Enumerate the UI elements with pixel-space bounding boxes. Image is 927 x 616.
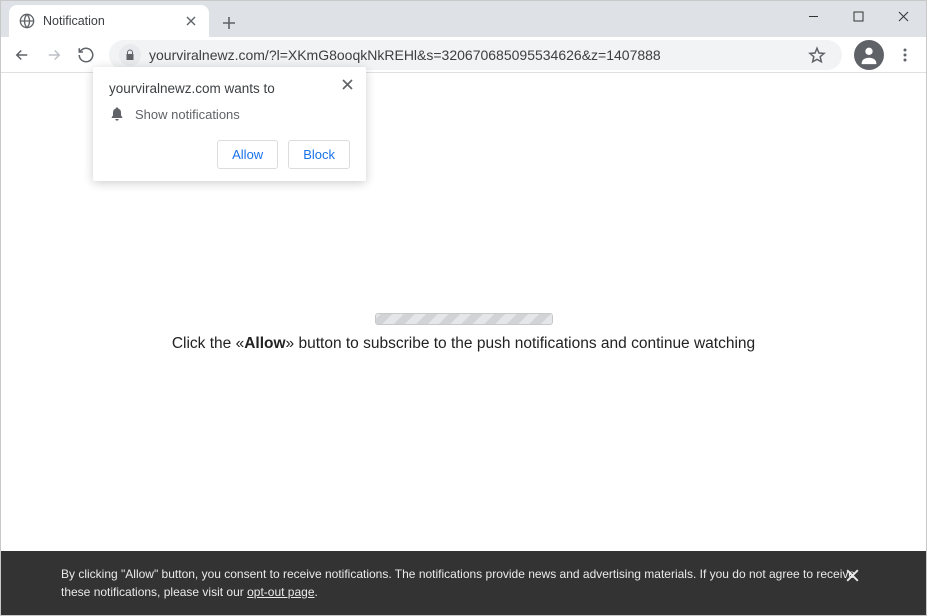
consent-text: By clicking "Allow" button, you consent … <box>61 565 866 601</box>
bookmark-button[interactable] <box>802 40 832 70</box>
chrome-menu-button[interactable] <box>890 40 920 70</box>
consent-text-part2: . <box>315 585 318 599</box>
permission-capability-row: Show notifications <box>109 106 350 122</box>
forward-button[interactable] <box>39 40 69 70</box>
url-text: yourviralnewz.com/?l=XKmG8ooqkNkREHl&s=3… <box>149 47 794 63</box>
consent-banner: By clicking "Allow" button, you consent … <box>1 551 926 615</box>
reload-button[interactable] <box>71 40 101 70</box>
window-maximize-button[interactable] <box>836 1 881 31</box>
notification-permission-prompt: yourviralnewz.com wants to Show notifica… <box>93 67 366 181</box>
loading-bar <box>375 313 553 325</box>
page-message-suffix: » button to subscribe to the push notifi… <box>286 335 756 352</box>
browser-tab[interactable]: Notification <box>9 5 209 37</box>
opt-out-link[interactable]: opt-out page <box>247 585 314 599</box>
close-icon <box>846 569 859 582</box>
back-button[interactable] <box>7 40 37 70</box>
titlebar: Notification <box>1 1 926 37</box>
window-minimize-button[interactable] <box>791 1 836 31</box>
consent-text-part1: By clicking "Allow" button, you consent … <box>61 567 855 599</box>
page-message-bold: Allow <box>244 335 285 352</box>
dots-vertical-icon <box>897 47 913 63</box>
person-icon <box>858 44 880 66</box>
window-controls <box>791 1 926 31</box>
address-bar[interactable]: yourviralnewz.com/?l=XKmG8ooqkNkREHl&s=3… <box>109 40 842 70</box>
permission-actions: Allow Block <box>109 140 350 169</box>
permission-capability-label: Show notifications <box>135 107 240 122</box>
consent-close-button[interactable] <box>842 565 862 585</box>
page-message-prefix: Click the « <box>172 335 244 352</box>
new-tab-button[interactable] <box>215 9 243 37</box>
page-message: Click the «Allow» button to subscribe to… <box>172 335 755 353</box>
window-close-button[interactable] <box>881 1 926 31</box>
block-button[interactable]: Block <box>288 140 350 169</box>
profile-button[interactable] <box>854 40 884 70</box>
permission-origin-text: yourviralnewz.com wants to <box>109 81 350 96</box>
lock-icon <box>124 49 136 61</box>
close-icon <box>342 79 353 90</box>
permission-close-button[interactable] <box>338 75 356 93</box>
bell-icon <box>109 106 125 122</box>
tab-title: Notification <box>43 14 175 28</box>
allow-button[interactable]: Allow <box>217 140 278 169</box>
globe-icon <box>19 13 35 29</box>
site-info-button[interactable] <box>119 44 141 66</box>
tab-close-button[interactable] <box>183 13 199 29</box>
